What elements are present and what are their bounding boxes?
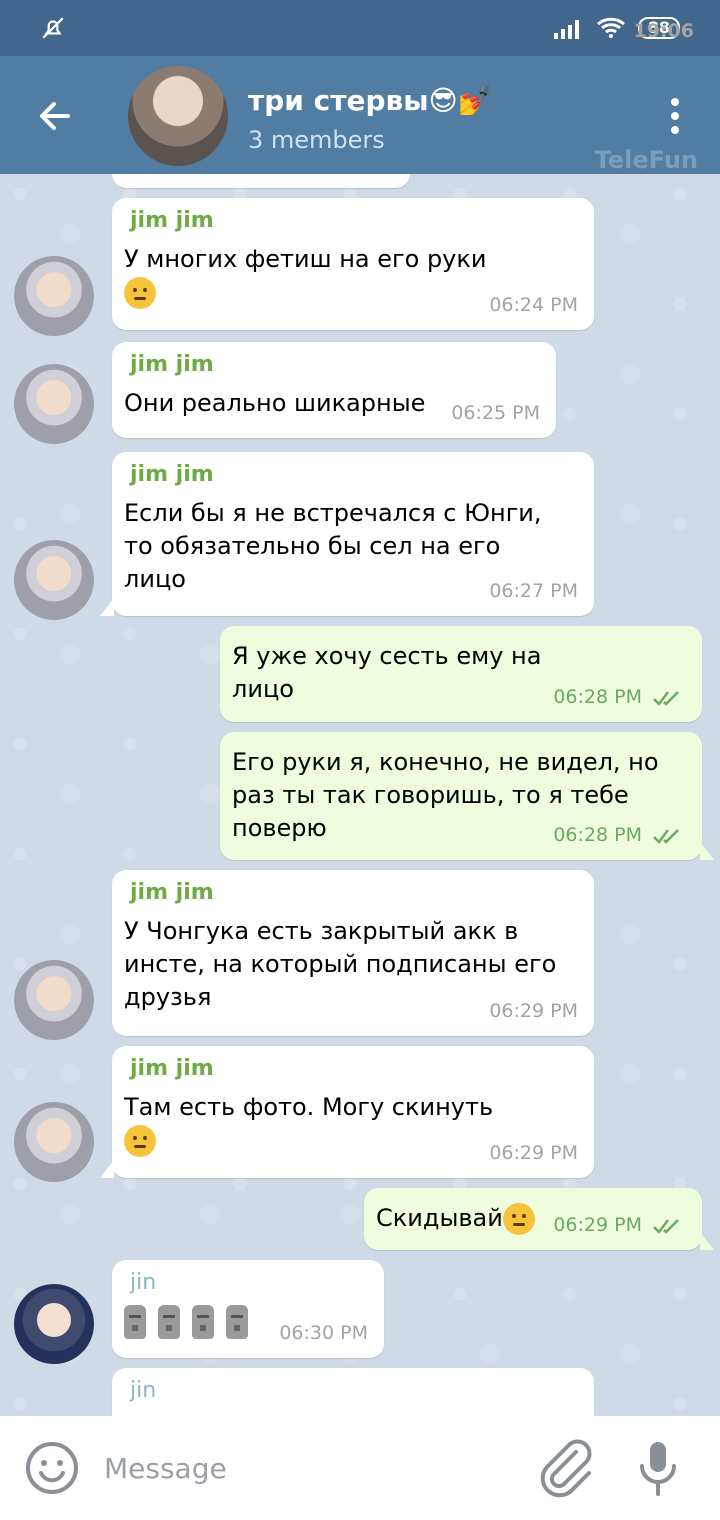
- message-bubble[interactable]: [112, 174, 410, 188]
- chat-title[interactable]: три стервы😎💅: [248, 84, 493, 117]
- sender-name: jin: [130, 1378, 157, 1403]
- sender-name: jim jim: [130, 1056, 214, 1081]
- message-input[interactable]: Message: [104, 1452, 227, 1485]
- mute-bell-icon: [42, 17, 64, 39]
- bubble-tail: [700, 842, 714, 860]
- read-checkmarks-icon: [653, 1219, 679, 1234]
- message-bubble-outgoing[interactable]: Я уже хочу сесть ему на лицо 06:28 PM: [220, 626, 702, 722]
- moai-emoji: [124, 1305, 146, 1339]
- drooling-face-emoji: [124, 277, 156, 309]
- wifi-icon: [596, 17, 625, 38]
- message-text: Я уже хочу сесть ему на лицо: [232, 642, 542, 703]
- message-bubble[interactable]: jim jim У Чонгука есть закрытый акк в ин…: [112, 870, 594, 1036]
- moai-emoji: [192, 1305, 214, 1339]
- sender-name: jim jim: [130, 352, 214, 377]
- chat-header: три стервы😎💅 3 members TeleFun: [0, 56, 720, 174]
- message-bubble[interactable]: jim jim У многих фетиш на его руки 06:24…: [112, 198, 594, 330]
- avatar[interactable]: [14, 540, 94, 620]
- message-time: 06:29 PM: [489, 1142, 578, 1164]
- chat-members-count: 3 members: [248, 126, 385, 154]
- message-bubble-outgoing[interactable]: Скидывай 06:29 PM: [364, 1188, 714, 1250]
- signal-icon: [553, 20, 579, 39]
- bubble-tail: [700, 1232, 714, 1250]
- watermark: TeleFun: [594, 146, 698, 174]
- message-bubble[interactable]: jim jim Если бы я не встречался с Юнги, …: [100, 452, 594, 616]
- status-time: 19:06: [633, 20, 694, 42]
- message-bubble[interactable]: jin 06:30 PM: [112, 1260, 384, 1358]
- message-time: 06:29 PM: [553, 1214, 642, 1236]
- avatar[interactable]: [14, 1284, 94, 1364]
- status-bar: 19:06 88: [0, 0, 720, 56]
- read-checkmarks-icon: [653, 691, 679, 706]
- message-list[interactable]: jim jim У многих фетиш на его руки 06:24…: [0, 174, 720, 1416]
- message-time: 06:28 PM: [553, 824, 642, 846]
- sender-name: jim jim: [130, 208, 214, 233]
- avatar[interactable]: [14, 1102, 94, 1182]
- message-input-bar: Message: [0, 1416, 720, 1520]
- emoji-smile-icon[interactable]: [24, 1440, 80, 1496]
- message-bubble[interactable]: jim jim Там есть фото. Могу скинуть 06:2…: [100, 1046, 594, 1178]
- message-time: 06:25 PM: [451, 402, 540, 424]
- more-vert-icon[interactable]: [660, 96, 690, 136]
- avatar[interactable]: [14, 364, 94, 444]
- avatar[interactable]: [14, 960, 94, 1040]
- back-arrow-icon[interactable]: [30, 92, 78, 140]
- avatar[interactable]: [14, 256, 94, 336]
- message-time: 06:30 PM: [279, 1322, 368, 1344]
- smirking-face-emoji: [124, 1125, 156, 1157]
- message-bubble[interactable]: jim jim Они реально шикарные 06:25 PM: [112, 342, 556, 438]
- bubble-tail: [100, 1160, 114, 1178]
- moai-emoji: [226, 1305, 248, 1339]
- sender-name: jin: [130, 1270, 157, 1295]
- message-bubble-outgoing[interactable]: Его руки я, конечно, не видел, но раз ты…: [220, 732, 714, 860]
- bubble-tail: [100, 598, 114, 616]
- smirking-face-emoji: [502, 1203, 535, 1235]
- sender-name: jim jim: [130, 462, 214, 487]
- sender-name: jim jim: [130, 880, 214, 905]
- message-time: 06:27 PM: [489, 580, 578, 602]
- message-time: 06:28 PM: [553, 686, 642, 708]
- read-checkmarks-icon: [653, 829, 679, 844]
- group-avatar[interactable]: [128, 66, 228, 166]
- attach-paperclip-icon[interactable]: [536, 1438, 596, 1498]
- moai-emoji: [158, 1305, 180, 1339]
- microphone-icon[interactable]: [632, 1438, 684, 1498]
- message-time: 06:24 PM: [489, 294, 578, 316]
- message-time: 06:29 PM: [489, 1000, 578, 1022]
- message-bubble[interactable]: jin: [112, 1368, 594, 1416]
